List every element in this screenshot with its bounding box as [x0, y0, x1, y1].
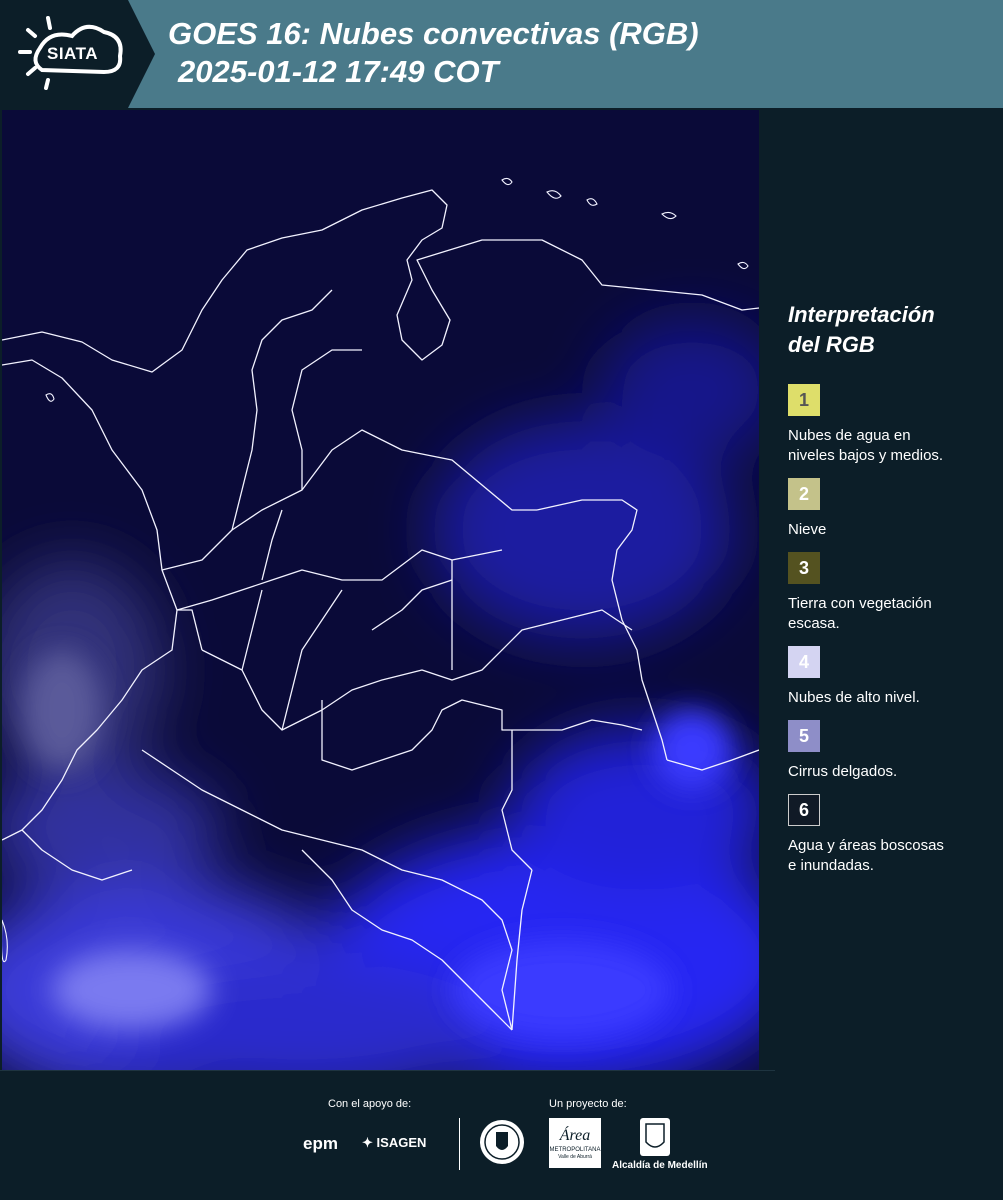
legend-label-line: e inundadas. — [788, 857, 874, 874]
legend-label-line: Agua y áreas boscosas — [788, 837, 944, 854]
area-logo-subtext: Valle de Aburrá — [558, 1154, 592, 1160]
legend-label-line: Cirrus delgados. — [788, 763, 898, 780]
isagen-logo: ✦ ISAGEN — [362, 1135, 426, 1151]
rgb-legend: Interpretación del RGB 1 Nubes de agua e… — [788, 300, 998, 888]
legend-item-label: Agua y áreas boscosas e inundadas. — [788, 836, 998, 876]
area-metropolitana-logo: Área METROPOLITANA Valle de Aburrá — [549, 1118, 601, 1168]
legend-swatch: 2 — [788, 478, 820, 510]
area-logo-subtext: METROPOLITANA — [549, 1147, 601, 1153]
alcaldia-label: Alcaldía de Medellín — [612, 1160, 708, 1171]
header-bar: SIATA GOES 16: Nubes convectivas (RGB) 2… — [0, 0, 1003, 108]
legend-item-label: Tierra con vegetación escasa. — [788, 594, 998, 634]
legend-label-line: niveles bajos y medios. — [788, 447, 944, 464]
project-label: Un proyecto de: — [549, 1098, 627, 1110]
legend-item: 4 Nubes de alto nivel. — [788, 646, 998, 708]
siata-logo: SIATA — [0, 0, 155, 108]
legend-swatch: 4 — [788, 646, 820, 678]
legend-item: 6 Agua y áreas boscosas e inundadas. — [788, 794, 998, 876]
legend-item-label: Nieve — [788, 520, 998, 540]
legend-swatch: 5 — [788, 720, 820, 752]
legend-item: 3 Tierra con vegetación escasa. — [788, 552, 998, 634]
siata-logo-text: SIATA — [47, 44, 98, 63]
isagen-icon: ✦ — [362, 1135, 373, 1150]
legend-swatch: 6 — [788, 794, 820, 826]
page-title: GOES 16: Nubes convectivas (RGB) — [168, 16, 699, 51]
footer: Con el apoyo de: Un proyecto de: epm ✦ I… — [0, 1070, 1003, 1200]
legend-label-line: Nubes de agua en — [788, 427, 911, 444]
legend-label-line: Nubes de alto nivel. — [788, 689, 920, 706]
support-label: Con el apoyo de: — [328, 1098, 412, 1110]
legend-title-line1: Interpretación — [788, 302, 935, 327]
legend-label-line: escasa. — [788, 615, 840, 632]
legend-item: 5 Cirrus delgados. — [788, 720, 998, 782]
footer-divider — [0, 1070, 775, 1071]
area-logo-text: Área — [559, 1127, 591, 1144]
legend-item: 2 Nieve — [788, 478, 998, 540]
legend-swatch: 1 — [788, 384, 820, 416]
alcaldia-shield-icon — [640, 1118, 670, 1156]
epm-logo: epm — [303, 1134, 338, 1154]
medellin-seal-icon — [478, 1118, 526, 1171]
footer-separator — [459, 1118, 460, 1170]
epm-logo-text: epm — [303, 1134, 338, 1153]
page-timestamp: 2025-01-12 17:49 COT — [178, 54, 499, 89]
isagen-logo-text: ISAGEN — [376, 1135, 427, 1150]
legend-title-line2: del RGB — [788, 332, 875, 357]
legend-label-line: Nieve — [788, 521, 827, 538]
legend-item-label: Cirrus delgados. — [788, 762, 998, 782]
legend-label-line: Tierra con vegetación — [788, 595, 932, 612]
legend-title: Interpretación del RGB — [788, 300, 998, 360]
legend-item: 1 Nubes de agua en niveles bajos y medio… — [788, 384, 998, 466]
legend-item-label: Nubes de alto nivel. — [788, 688, 998, 708]
legend-swatch: 3 — [788, 552, 820, 584]
legend-item-label: Nubes de agua en niveles bajos y medios. — [788, 426, 998, 466]
satellite-map[interactable] — [2, 110, 759, 1070]
